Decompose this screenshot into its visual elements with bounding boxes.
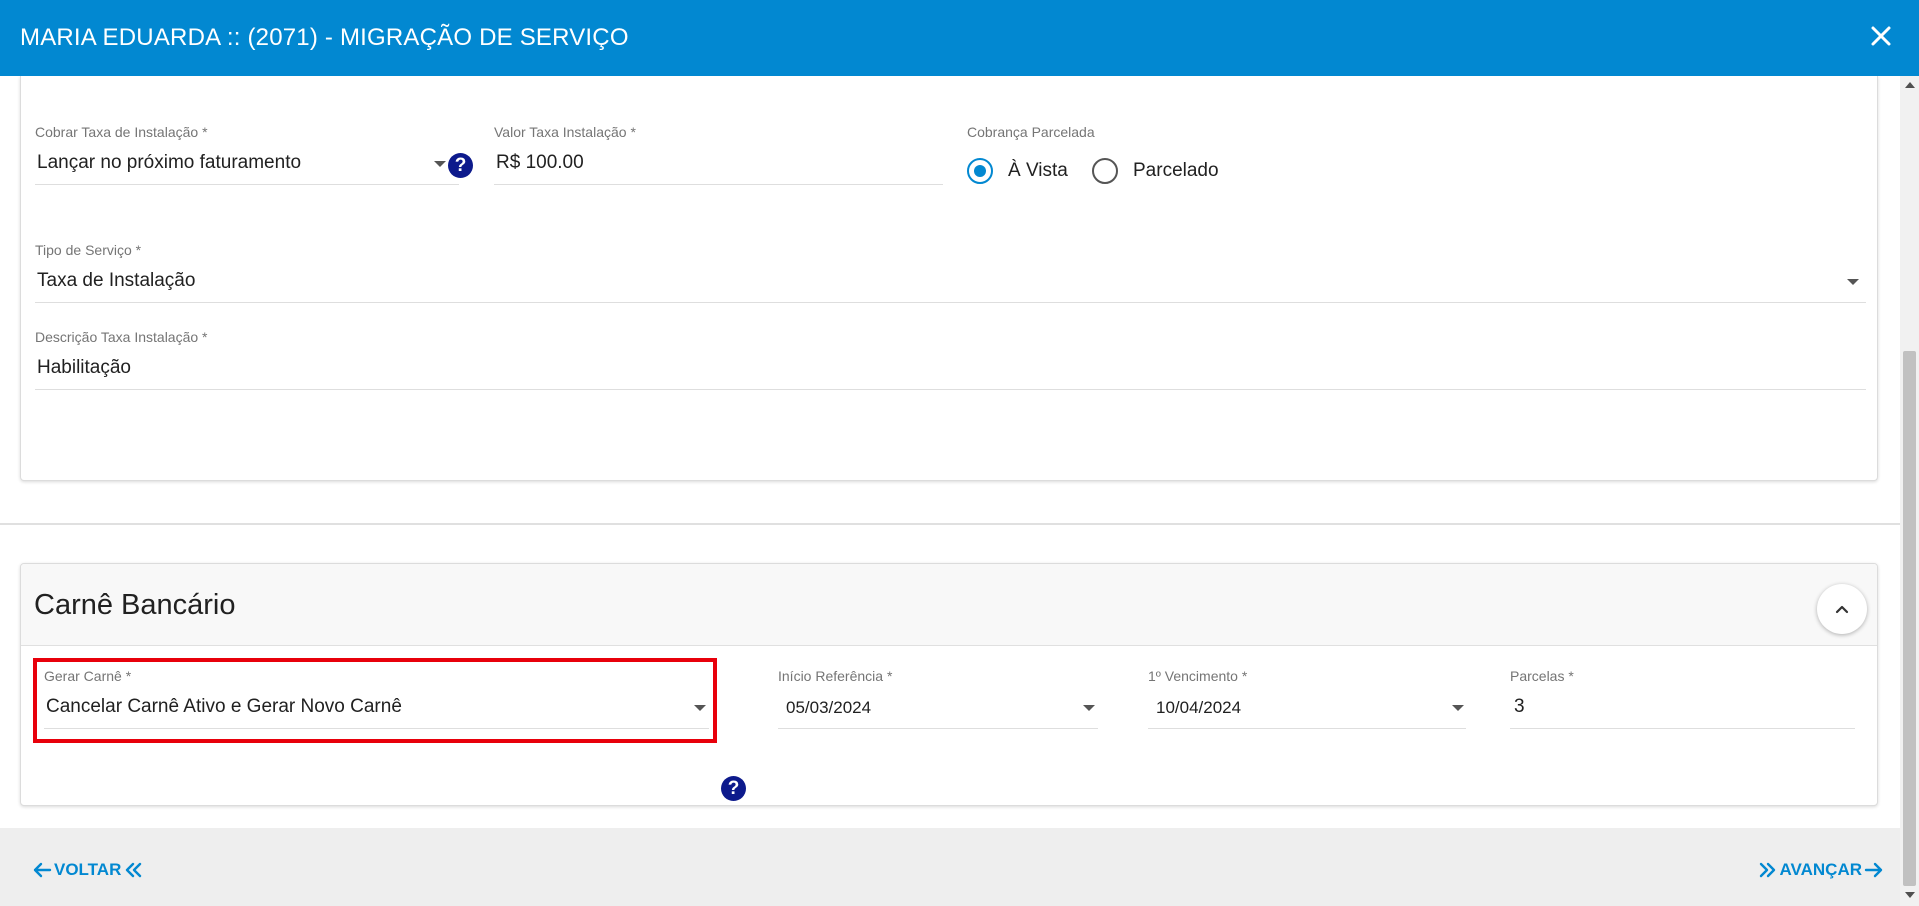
first-due-label: 1º Vencimento *	[1148, 668, 1248, 684]
chevron-down-icon	[1847, 279, 1859, 285]
highlight-box	[33, 658, 717, 743]
arrow-right-icon	[1864, 862, 1883, 878]
section-divider	[0, 523, 1900, 525]
carne-card-title: Carnê Bancário	[34, 589, 236, 621]
charge-fee-help-icon[interactable]: ?	[448, 153, 473, 178]
scroll-down-icon[interactable]	[1905, 892, 1915, 898]
collapse-button[interactable]	[1817, 584, 1867, 634]
next-label: AVANÇAR	[1779, 860, 1862, 879]
radio-parcelado-label: Parcelado	[1133, 160, 1219, 181]
dialog-footer: VOLTAR AVANÇAR	[0, 828, 1900, 906]
chevron-down-icon	[1083, 705, 1095, 711]
radio-a-vista-label: À Vista	[1008, 160, 1068, 181]
generate-carne-help-icon[interactable]: ?	[721, 776, 746, 801]
arrow-left-icon	[33, 862, 52, 878]
installments-count-underline	[1510, 728, 1855, 729]
fee-value-value: R$ 100.00	[496, 152, 584, 173]
description-value: Habilitação	[37, 357, 131, 378]
dialog-header: MARIA EDUARDA :: (2071) - MIGRAÇÃO DE SE…	[0, 0, 1919, 76]
installments-label: Cobrança Parcelada	[967, 124, 1095, 140]
start-ref-label: Início Referência *	[778, 668, 893, 684]
chevron-up-icon	[1835, 605, 1849, 614]
installation-card: Cobrar Taxa de Instalação * Lançar no pr…	[20, 76, 1878, 481]
vertical-scrollbar[interactable]	[1900, 76, 1919, 906]
charge-fee-label: Cobrar Taxa de Instalação *	[35, 124, 208, 140]
start-ref-underline	[778, 728, 1098, 729]
scroll-thumb[interactable]	[1903, 351, 1916, 886]
installments-count-label: Parcelas *	[1510, 668, 1574, 684]
description-label: Descrição Taxa Instalação *	[35, 329, 208, 345]
service-type-value: Taxa de Instalação	[37, 270, 196, 291]
charge-fee-underline	[35, 184, 459, 185]
next-button[interactable]: AVANÇAR	[1756, 858, 1886, 882]
scroll-up-icon[interactable]	[1905, 82, 1915, 88]
back-button[interactable]: VOLTAR	[30, 858, 145, 882]
double-chevron-right-icon	[1759, 862, 1775, 878]
chevron-down-icon	[434, 161, 446, 167]
close-icon[interactable]	[1865, 20, 1897, 52]
start-ref-value: 05/03/2024	[786, 698, 872, 717]
service-type-underline	[35, 302, 1866, 303]
chevron-down-icon	[1452, 705, 1464, 711]
back-label: VOLTAR	[54, 860, 122, 879]
first-due-underline	[1148, 728, 1466, 729]
fee-value-label: Valor Taxa Instalação *	[494, 124, 636, 140]
description-underline	[35, 389, 1866, 390]
service-type-label: Tipo de Serviço *	[35, 242, 142, 258]
radio-a-vista[interactable]	[967, 158, 993, 184]
dialog-title: MARIA EDUARDA :: (2071) - MIGRAÇÃO DE SE…	[20, 24, 629, 51]
installments-count-value: 3	[1514, 696, 1525, 717]
double-chevron-left-icon	[126, 862, 142, 878]
charge-fee-value: Lançar no próximo faturamento	[37, 152, 302, 173]
carne-card-header: Carnê Bancário	[21, 564, 1877, 646]
first-due-value: 10/04/2024	[1156, 698, 1242, 717]
radio-parcelado[interactable]	[1092, 158, 1118, 184]
fee-value-underline	[494, 184, 943, 185]
